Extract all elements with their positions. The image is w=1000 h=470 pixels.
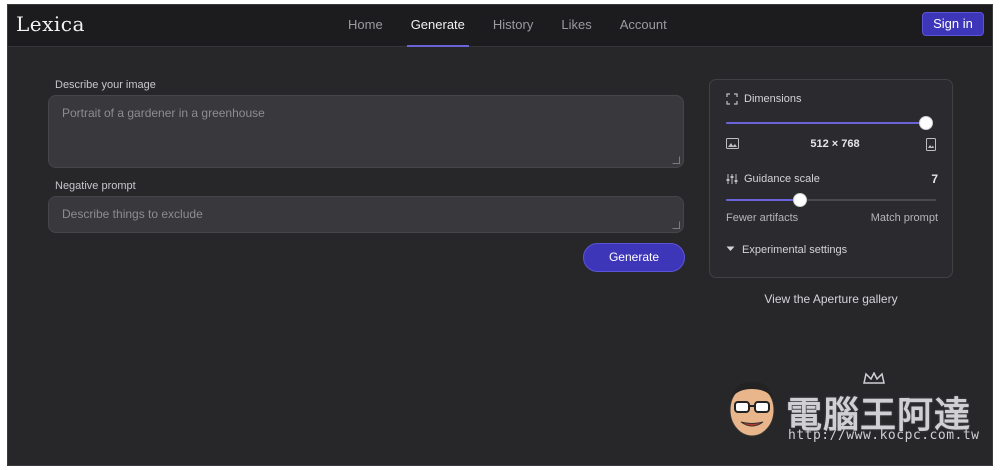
guidance-slider-thumb[interactable] [793,193,807,207]
fewer-artifacts-label: Fewer artifacts [726,212,799,224]
nav-history[interactable]: History [481,5,545,47]
nav-likes[interactable]: Likes [549,5,603,47]
dimensions-header: Dimensions [726,93,801,105]
guidance-scale-labels: Fewer artifacts Match prompt [726,212,938,224]
watermark-url: http://www.kocpc.com.tw [788,428,980,443]
generate-button[interactable]: Generate [583,243,685,272]
settings-panel: Dimensions 512 × 768 Guidance scale 7 Fe… [709,79,953,278]
guidance-header: Guidance scale 7 [726,172,938,186]
prompt-placeholder: Portrait of a gardener in a greenhouse [62,106,265,120]
landscape-image-icon[interactable] [726,138,739,150]
watermark-mascot [723,377,781,439]
dimensions-slider-thumb[interactable] [919,116,933,130]
nav-home[interactable]: Home [336,5,395,47]
main-nav: Home Generate History Likes Account [336,5,683,47]
sign-in-button[interactable]: Sign in [922,12,984,36]
negative-prompt-input[interactable]: Describe things to exclude [48,196,684,233]
prompt-input[interactable]: Portrait of a gardener in a greenhouse [48,95,684,168]
dimensions-slider[interactable] [726,116,936,130]
top-header: Lexica Home Generate History Likes Accou… [8,5,992,47]
guidance-slider[interactable] [726,193,936,207]
logo[interactable]: Lexica [16,12,85,36]
resize-handle-icon[interactable] [672,156,680,164]
negative-prompt-placeholder: Describe things to exclude [62,207,203,221]
resize-handle-icon[interactable] [672,221,680,229]
dimensions-value-row: 512 × 768 [726,138,938,151]
aperture-gallery-link[interactable]: View the Aperture gallery [709,292,953,306]
prompt-label: Describe your image [55,79,156,91]
guidance-value: 7 [931,172,938,186]
nav-account[interactable]: Account [608,5,679,47]
nav-generate[interactable]: Generate [399,5,477,47]
dimensions-value: 512 × 768 [810,138,860,150]
match-prompt-label: Match prompt [870,212,938,224]
dimensions-label: Dimensions [744,93,802,105]
experimental-settings-toggle[interactable]: Experimental settings [726,244,847,256]
portrait-image-icon[interactable] [926,138,938,151]
negative-prompt-label: Negative prompt [55,180,136,192]
app-window: Lexica Home Generate History Likes Accou… [7,4,993,466]
experimental-settings-label: Experimental settings [742,244,848,256]
caret-down-icon [726,244,736,256]
expand-icon [726,93,738,105]
sliders-icon [726,173,738,185]
guidance-label: Guidance scale [744,173,820,185]
